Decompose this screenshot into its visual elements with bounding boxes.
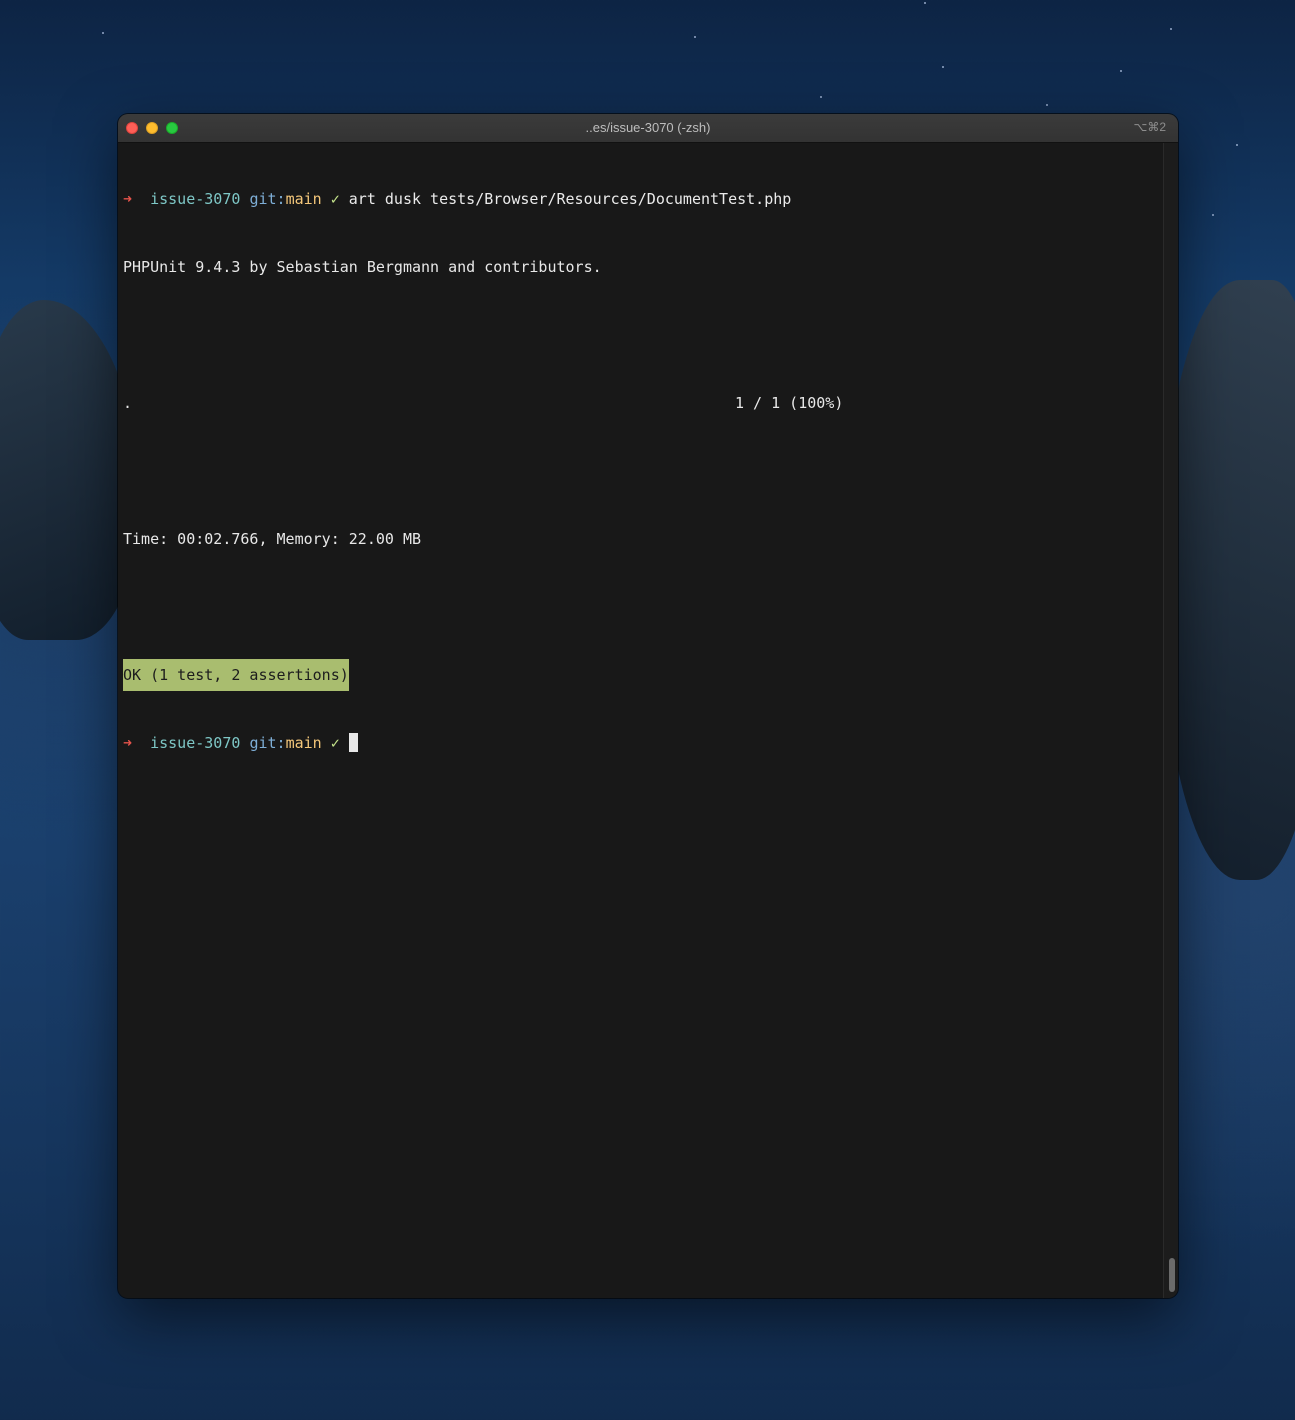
prompt-clean-check-icon: ✓ — [330, 734, 340, 752]
prompt-git-prefix: git: — [249, 190, 286, 208]
result-line: OK (1 test, 2 assertions) — [123, 659, 1164, 691]
wallpaper-rock-right — [1160, 280, 1295, 880]
progress-dots: . — [123, 394, 133, 412]
progress-count: 1 / 1 (100%) — [735, 394, 844, 412]
phpunit-header-line: PHPUnit 9.4.3 by Sebastian Bergmann and … — [123, 258, 602, 276]
vertical-scrollbar[interactable] — [1163, 143, 1178, 1298]
minimize-window-button[interactable] — [146, 122, 158, 134]
zoom-window-button[interactable] — [166, 122, 178, 134]
ok-result-banner: OK (1 test, 2 assertions) — [123, 659, 349, 691]
prompt-branch: main — [285, 190, 322, 208]
terminal-output[interactable]: ➜ issue-3070 git:main ✓ art dusk tests/B… — [118, 143, 1164, 1298]
traffic-lights — [126, 122, 178, 134]
time-memory-line: Time: 00:02.766, Memory: 22.00 MB — [123, 530, 422, 548]
text-cursor — [348, 732, 358, 752]
executed-command: art dusk tests/Browser/Resources/Documen… — [348, 190, 792, 208]
window-titlebar[interactable]: ..es/issue-3070 (-zsh) ⌥⌘2 — [118, 114, 1178, 143]
command-prompt-line: ➜ issue-3070 git:main ✓ art dusk tests/B… — [123, 183, 1164, 215]
prompt-clean-check-icon: ✓ — [330, 190, 340, 208]
window-shortcut-label: ⌥⌘2 — [1133, 120, 1166, 134]
window-title: ..es/issue-3070 (-zsh) — [585, 120, 711, 135]
prompt-git-prefix: git: — [249, 734, 286, 752]
prompt-directory: issue-3070 — [150, 734, 241, 752]
prompt-arrow-icon: ➜ — [123, 734, 133, 752]
prompt-directory: issue-3070 — [150, 190, 241, 208]
prompt-branch: main — [285, 734, 322, 752]
scrollbar-thumb[interactable] — [1169, 1258, 1175, 1292]
progress-line: . 1 / 1 (100%) — [123, 387, 1164, 419]
active-prompt-line[interactable]: ➜ issue-3070 git:main ✓ — [123, 727, 1164, 759]
terminal-window[interactable]: ..es/issue-3070 (-zsh) ⌥⌘2 ➜ issue-3070 … — [118, 114, 1178, 1298]
prompt-arrow-icon: ➜ — [123, 190, 133, 208]
close-window-button[interactable] — [126, 122, 138, 134]
